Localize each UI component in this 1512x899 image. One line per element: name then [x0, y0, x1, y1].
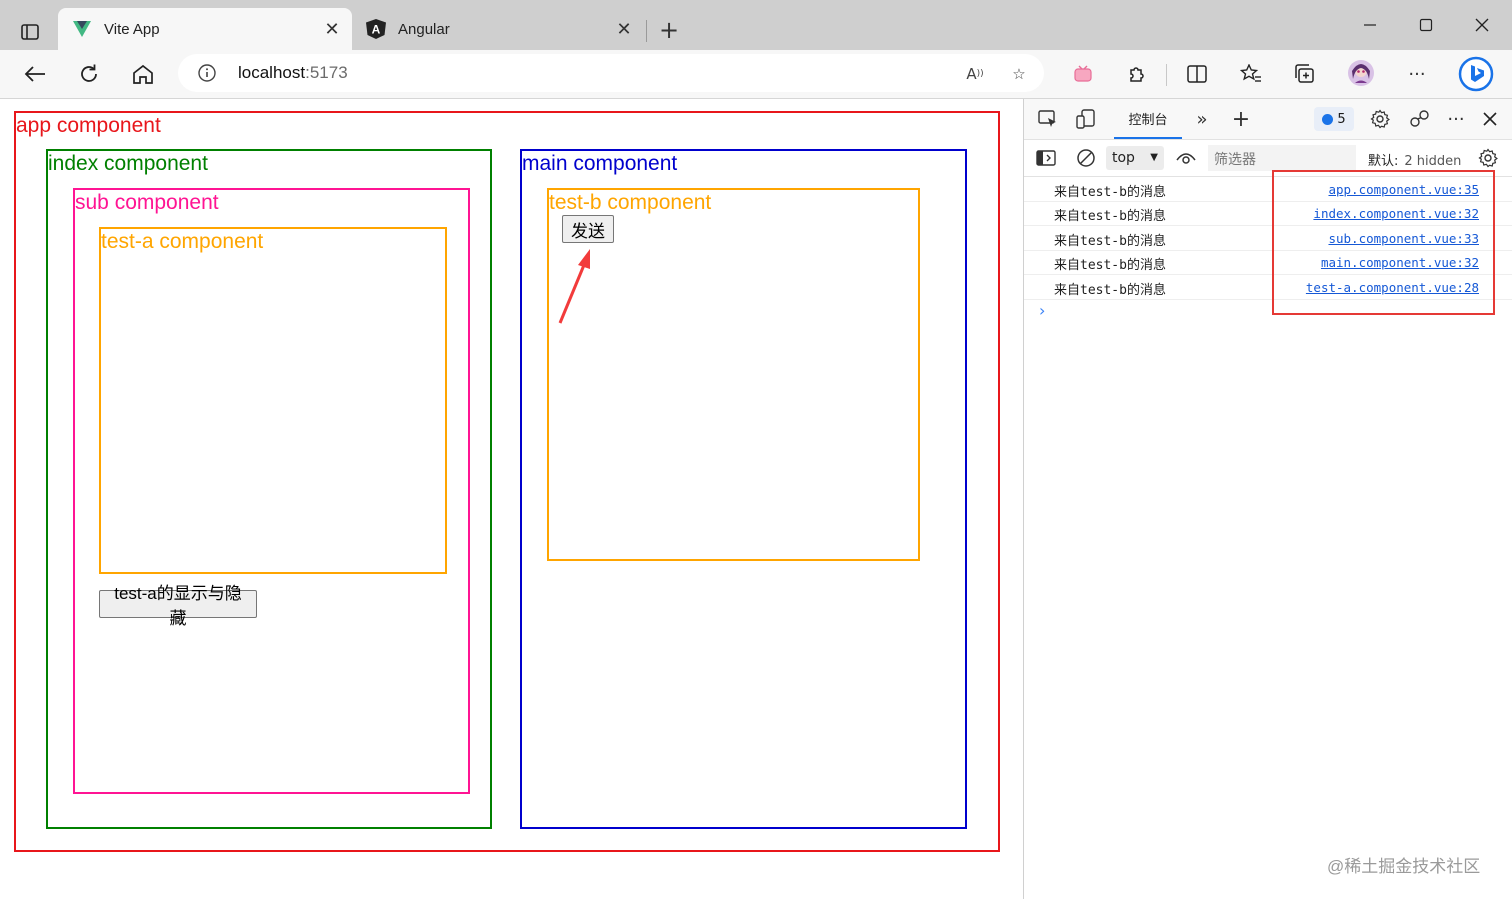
context-value: top — [1112, 150, 1135, 166]
new-tab-button[interactable]: + — [654, 15, 684, 45]
index-component-label: index component — [48, 152, 208, 175]
split-screen-icon[interactable] — [1184, 62, 1210, 86]
minimize-icon — [1364, 24, 1376, 26]
tab-title: Angular — [398, 20, 450, 38]
tab-console[interactable]: 控制台 — [1114, 99, 1182, 139]
more-tabs-icon[interactable]: » — [1190, 108, 1214, 130]
console-message-text: 来自test-b的消息 — [1054, 234, 1166, 249]
issues-badge[interactable]: 5 — [1314, 107, 1354, 131]
console-filter-input[interactable]: 筛选器 — [1208, 145, 1356, 171]
refresh-button[interactable] — [74, 60, 104, 88]
back-button[interactable] — [20, 60, 50, 88]
console-prompt[interactable]: › — [1039, 301, 1045, 320]
refresh-icon — [81, 64, 97, 82]
sub-component-label: sub component — [75, 191, 219, 214]
test-a-component: test-a component — [99, 227, 447, 574]
dropdown-arrow-icon: ▼ — [1150, 152, 1158, 163]
device-emulation-icon[interactable] — [1074, 108, 1098, 130]
source-links-highlight-box — [1272, 170, 1495, 315]
favorites-icon[interactable] — [1238, 62, 1264, 86]
issue-icon — [1322, 113, 1334, 125]
window-close-button[interactable] — [1462, 10, 1502, 40]
customize-menu-icon[interactable]: ··· — [1444, 108, 1468, 130]
clear-console-icon[interactable] — [1074, 147, 1098, 169]
inspect-element-icon[interactable] — [1036, 108, 1060, 130]
avatar[interactable] — [1346, 58, 1376, 88]
url-text[interactable]: localhost:5173 — [238, 63, 348, 83]
maximize-button[interactable] — [1406, 10, 1446, 40]
devtools-panel: 控制台 » + 5 ··· top ▼ 筛选器 默认: 2 hidden 来自t… — [1023, 99, 1512, 899]
add-tab-icon[interactable]: + — [1229, 107, 1253, 132]
info-icon[interactable] — [198, 64, 216, 82]
close-icon — [1475, 18, 1489, 32]
app-component-label: app component — [16, 114, 161, 137]
tab-separator — [646, 20, 647, 42]
page-viewport: app component index component sub compon… — [0, 99, 1023, 899]
bing-copilot-icon[interactable] — [1456, 56, 1496, 92]
home-button[interactable] — [128, 60, 158, 88]
url-port: :5173 — [305, 63, 348, 82]
live-expression-eye-icon[interactable] — [1174, 147, 1198, 169]
levels-label: 默认 — [1368, 154, 1395, 169]
tv-extension-icon[interactable] — [1070, 62, 1096, 86]
sidebar-toggle-icon[interactable] — [1034, 147, 1058, 169]
tab-actions-button[interactable] — [14, 18, 46, 46]
close-icon[interactable]: ✕ — [610, 15, 638, 43]
navigation-toolbar: localhost:5173 A)) ☆ ··· — [0, 50, 1512, 99]
test-b-component: test-b component — [547, 188, 920, 561]
console-message-text: 来自test-b的消息 — [1054, 258, 1166, 273]
back-arrow-icon — [24, 66, 45, 82]
close-icon[interactable]: ✕ — [318, 15, 346, 43]
test-b-component-label: test-b component — [549, 191, 712, 214]
close-devtools-icon[interactable] — [1478, 108, 1502, 130]
collections-icon[interactable] — [1292, 62, 1318, 86]
console-message-text: 来自test-b的消息 — [1054, 209, 1166, 224]
maximize-icon — [1419, 18, 1433, 32]
tab-strip: Vite App ✕ A Angular ✕ + — [0, 0, 1512, 50]
levels-separator: : — [1394, 154, 1399, 169]
context-selector[interactable]: top ▼ — [1106, 146, 1164, 170]
console-message-text: 来自test-b的消息 — [1054, 185, 1166, 200]
tab-actions-icon — [21, 24, 39, 40]
angular-logo-icon: A — [364, 17, 388, 41]
connected-devices-icon[interactable] — [1408, 108, 1432, 130]
more-menu-icon[interactable]: ··· — [1404, 62, 1430, 86]
vite-logo-icon — [70, 17, 94, 41]
test-a-component-label: test-a component — [101, 230, 264, 253]
tab-angular[interactable]: A Angular ✕ — [352, 8, 644, 50]
add-favorite-icon[interactable]: ☆ — [1008, 63, 1030, 85]
console-message-text: 来自test-b的消息 — [1054, 283, 1166, 298]
main-component-label: main component — [522, 152, 678, 175]
toolbar-separator — [1166, 64, 1167, 86]
devtools-toolbar: 控制台 » + 5 ··· — [1024, 99, 1512, 140]
home-icon — [133, 64, 153, 84]
minimize-button[interactable] — [1350, 10, 1390, 40]
toggle-test-a-button[interactable]: test-a的显示与隐藏 — [99, 584, 257, 628]
extensions-icon[interactable] — [1124, 62, 1150, 86]
issues-count: 5 — [1337, 111, 1346, 127]
log-levels-dropdown[interactable]: 默认: 2 hidden — [1368, 150, 1461, 169]
svg-text:A: A — [372, 23, 381, 37]
url-host: localhost — [238, 63, 306, 82]
annotation-arrow-icon — [558, 249, 590, 324]
tab-vite-app[interactable]: Vite App ✕ — [58, 8, 352, 50]
hidden-count: 2 hidden — [1404, 154, 1462, 169]
watermark: @稀土掘金技术社区 — [1327, 857, 1481, 876]
tab-title: Vite App — [104, 20, 160, 38]
console-settings-gear-icon[interactable] — [1476, 147, 1500, 169]
read-aloud-icon[interactable]: A)) — [964, 63, 986, 85]
settings-gear-icon[interactable] — [1368, 108, 1392, 130]
address-bar[interactable]: localhost:5173 A)) ☆ — [178, 54, 1044, 92]
